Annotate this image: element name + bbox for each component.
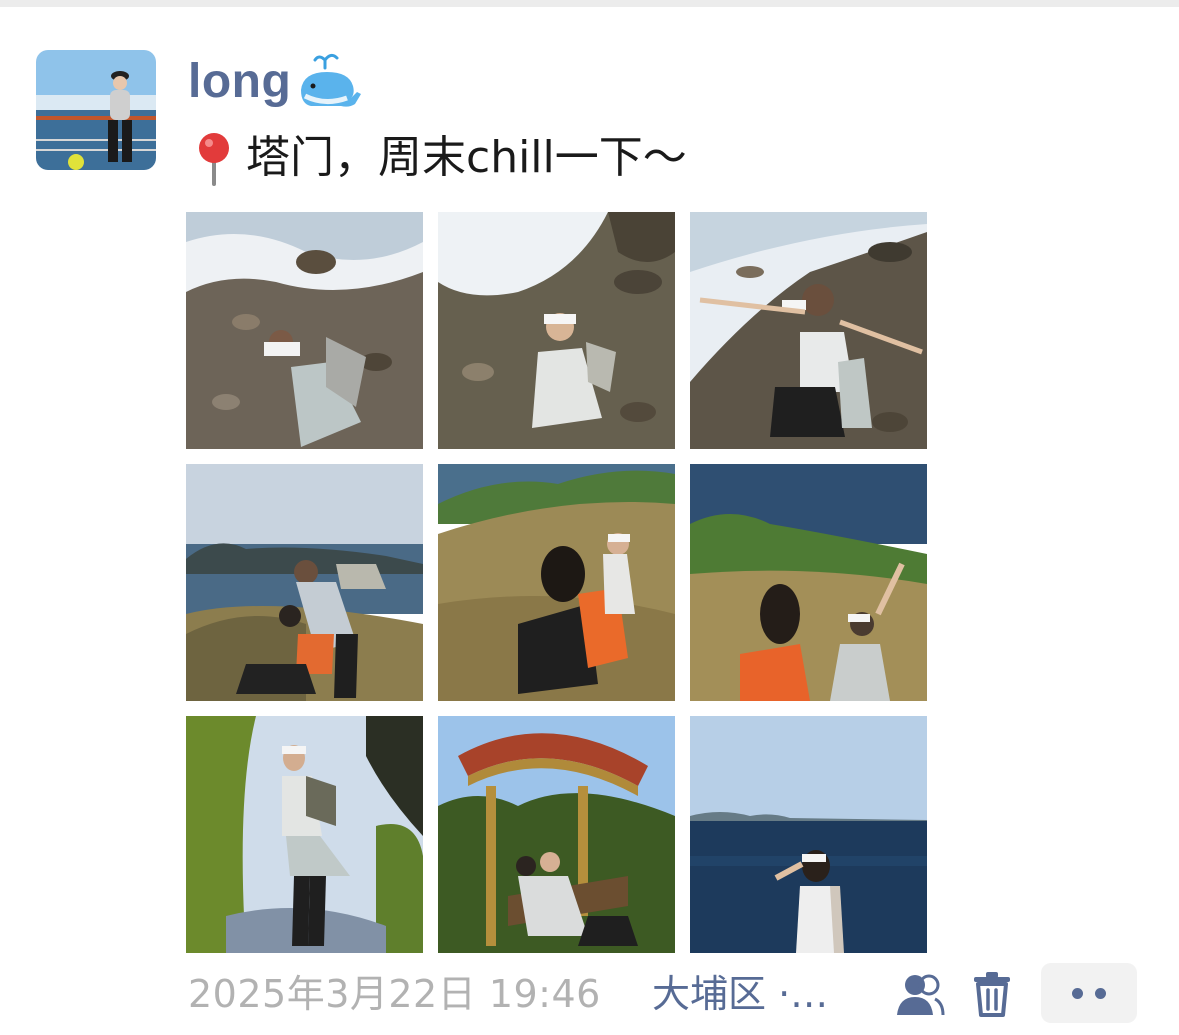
username-text: long [188,55,292,108]
post-text-content: 塔门，周末chill一下～ [246,132,687,183]
more-dots-icon [1095,987,1106,999]
post-timestamp: 2025年3月22日 19:46 [188,972,601,1016]
spouting-whale-icon [295,52,362,112]
visibility-button[interactable] [894,970,946,1022]
photo-7[interactable] [186,716,423,953]
username[interactable]: long [188,52,362,112]
people-icon [895,971,945,1022]
more-button[interactable] [1041,963,1137,1023]
photo-3[interactable] [690,212,927,449]
round-pushpin-icon [190,130,240,186]
photo-8[interactable] [438,716,675,953]
location-link[interactable]: 大埔区 ·… [652,968,828,1020]
photo-4[interactable] [186,464,423,701]
top-divider [0,0,1179,7]
photo-1[interactable] [186,212,423,449]
photo-2[interactable] [438,212,675,449]
photo-6[interactable] [690,464,927,701]
trash-icon [972,971,1012,1022]
post-text: 塔门，周末chill一下～ [190,128,687,188]
photo-5[interactable] [438,464,675,701]
avatar[interactable] [36,50,156,170]
photo-9[interactable] [690,716,927,953]
more-dots-icon [1072,987,1083,999]
delete-button[interactable] [966,970,1018,1022]
